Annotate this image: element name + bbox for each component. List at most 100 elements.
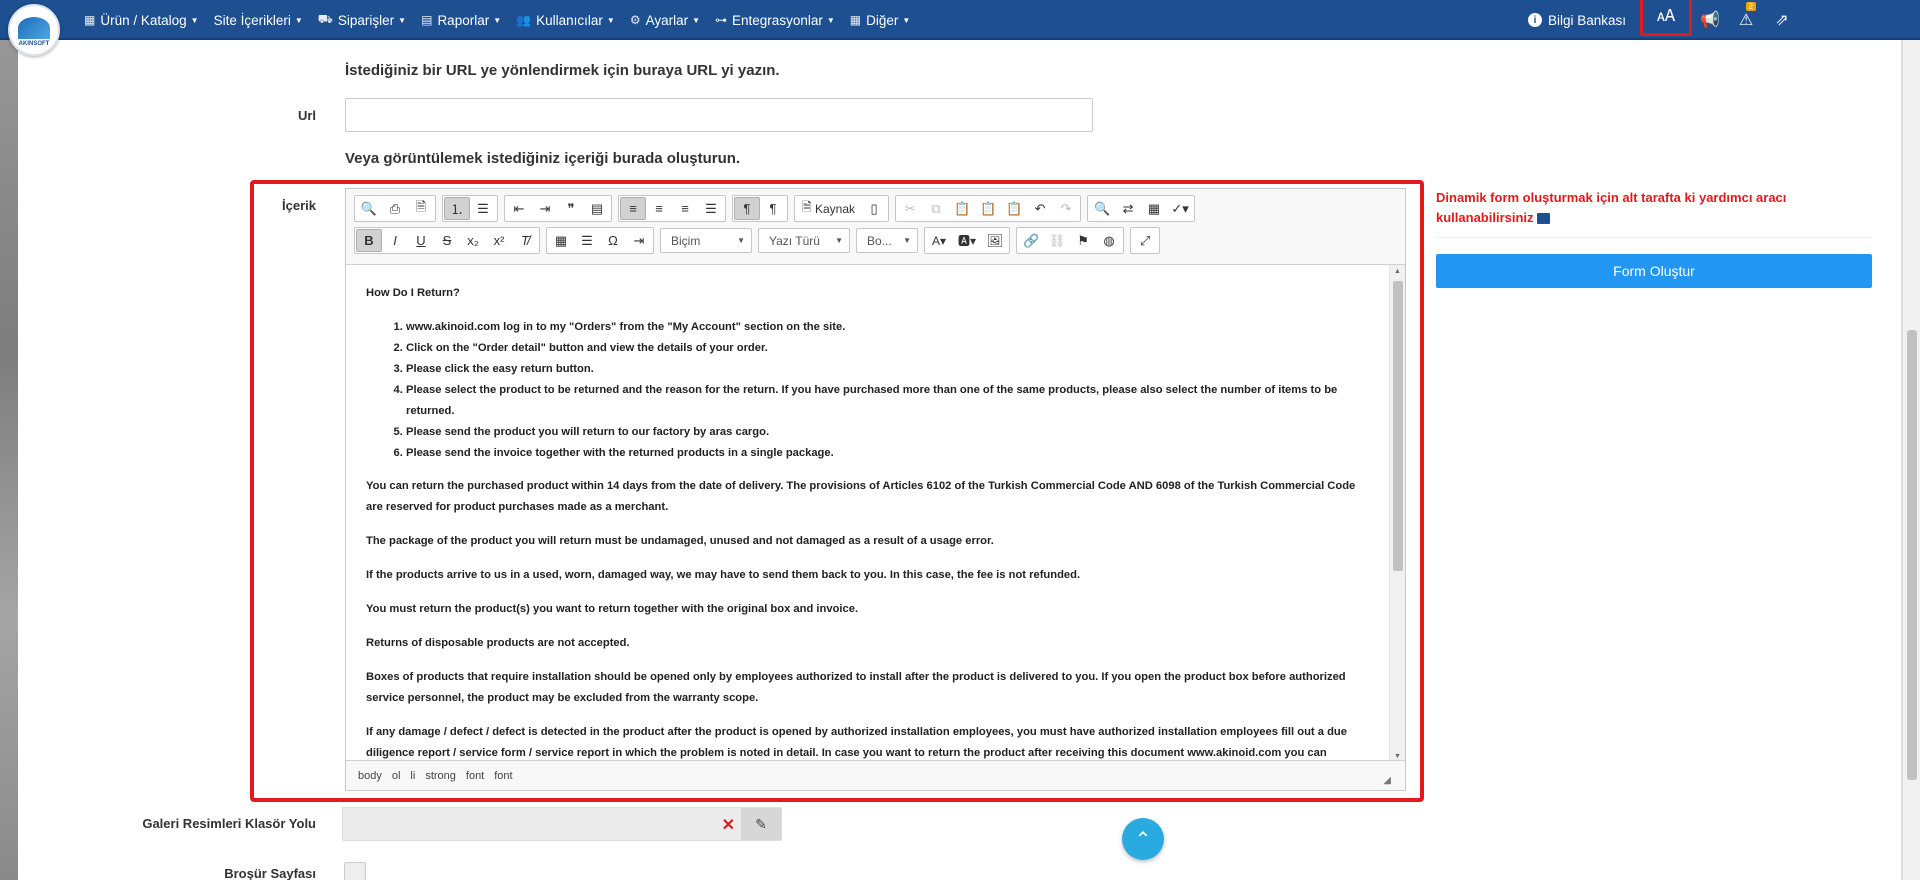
quote-icon: ❞ xyxy=(567,200,575,216)
akinsoft-logo[interactable]: AKINSOFT xyxy=(8,4,60,56)
image-button[interactable]: 🖼 xyxy=(982,229,1008,252)
background-strip xyxy=(0,0,18,880)
copy-button[interactable]: ⧉ xyxy=(923,197,949,220)
templates-button[interactable]: 🗎 xyxy=(408,197,434,220)
format-select[interactable]: Biçim ▼ xyxy=(660,228,752,253)
superscript-icon: x² xyxy=(493,233,505,248)
strike-button[interactable]: S xyxy=(434,229,460,252)
path-item[interactable]: font xyxy=(494,770,512,782)
page-scrollbar[interactable] xyxy=(1902,40,1920,880)
table-button[interactable]: ▦ xyxy=(548,229,574,252)
bulleted-list-button[interactable]: ☰ xyxy=(470,197,496,220)
rich-text-editor[interactable]: 🔍 ⎙ 🗎 ⒈ ☰ ⇤ ⇥ ❞ ▤ ≡ ≡ ≡ ☰ ¶ ¶ 🗎 Kaynak ▯ ✂ ⧉ 📋 📋 📋 ↶ ↷ 🔍 ⇄… xyxy=(345,188,1406,791)
source-button[interactable]: 🗎 Kaynak xyxy=(796,197,861,220)
paste-icon: 📋 xyxy=(953,200,971,216)
print-button[interactable]: ⎙ xyxy=(382,197,408,220)
ltr-button[interactable]: ¶ xyxy=(734,197,760,220)
replace-button[interactable]: ⇄ xyxy=(1115,197,1141,220)
element-path-bar: body ol li strong font font ◢ xyxy=(346,760,1405,790)
underline-button[interactable]: U xyxy=(408,229,434,252)
page-scrollbar-thumb[interactable] xyxy=(1907,330,1917,780)
justify-button[interactable]: ☰ xyxy=(698,197,724,220)
text-color-button[interactable]: A▾ xyxy=(926,229,952,252)
warning-button[interactable]: ⚠ 2 xyxy=(1728,0,1764,40)
language-button[interactable]: 🗚 xyxy=(1640,0,1692,36)
cut-button[interactable]: ✂ xyxy=(897,197,923,220)
page-break-button[interactable]: ⇥ xyxy=(626,229,652,252)
chevron-down-icon: ▼ xyxy=(903,236,911,245)
path-item[interactable]: ol xyxy=(392,770,401,782)
editor-content[interactable]: How Do I Return? www.akinoid.com log in … xyxy=(346,265,1391,762)
form-olustur-button[interactable]: Form Oluştur xyxy=(1436,254,1872,288)
path-item[interactable]: font xyxy=(466,770,484,782)
path-item[interactable]: body xyxy=(358,770,382,782)
list-item: Please click the easy return button. xyxy=(406,359,1371,380)
align-left-button[interactable]: ≡ xyxy=(620,197,646,220)
align-center-button[interactable]: ≡ xyxy=(646,197,672,220)
bilgi-bankasi-link[interactable]: i Bilgi Bankası xyxy=(1527,13,1626,28)
announcement-button[interactable]: 📢 xyxy=(1692,0,1728,40)
paste-button[interactable]: 📋 xyxy=(949,197,975,220)
blockquote-button[interactable]: ❞ xyxy=(558,197,584,220)
preview-icon: 🔍 xyxy=(360,200,378,216)
undo-button[interactable]: ↶ xyxy=(1027,197,1053,220)
find-button[interactable]: 🔍 xyxy=(1089,197,1115,220)
spellcheck-button[interactable]: ✓▾ xyxy=(1167,197,1193,220)
galeri-path-field[interactable]: ✕ ✎ xyxy=(342,807,782,841)
edit-path-button[interactable]: ✎ xyxy=(741,808,781,840)
anchor-button[interactable]: ⚑ xyxy=(1070,229,1096,252)
editor-scrollbar[interactable]: ▲ ▼ xyxy=(1389,265,1405,762)
redo-button[interactable]: ↷ xyxy=(1053,197,1079,220)
list-item: www.akinoid.com log in to my "Orders" fr… xyxy=(406,317,1371,338)
chevron-down-icon: ▼ xyxy=(606,15,615,25)
menu-raporlar[interactable]: ▤ Raporlar ▼ xyxy=(421,13,501,28)
select-all-button[interactable]: ▦ xyxy=(1141,197,1167,220)
search-icon: 🔍 xyxy=(1093,200,1111,216)
brosur-checkbox[interactable] xyxy=(344,862,366,880)
menu-ayarlar[interactable]: ⚙ Ayarlar ▼ xyxy=(630,13,700,28)
external-link-button[interactable]: ⇗ xyxy=(1764,0,1800,40)
maximize-button[interactable]: ⤢ xyxy=(1132,229,1158,252)
menu-entegrasyonlar[interactable]: ⊶ Entegrasyonlar ▼ xyxy=(715,13,835,28)
unlink-button[interactable]: ⛓ xyxy=(1044,229,1070,252)
superscript-button[interactable]: x² xyxy=(486,229,512,252)
menu-siparisler[interactable]: ⛟ Siparişler ▼ xyxy=(318,12,406,28)
justify-icon: ☰ xyxy=(705,200,717,216)
path-item[interactable]: strong xyxy=(425,770,456,782)
italic-button[interactable]: I xyxy=(382,229,408,252)
content-heading: Veya görüntülemek istediğiniz içeriği bu… xyxy=(345,150,741,167)
editor-scrollbar-thumb[interactable] xyxy=(1393,281,1403,571)
mobile-preview-button[interactable]: ▯ xyxy=(861,197,887,220)
menu-site-icerikleri[interactable]: Site İçerikleri ▼ xyxy=(214,13,303,28)
subscript-button[interactable]: x₂ xyxy=(460,229,486,252)
link-button[interactable]: 🔗 xyxy=(1018,229,1044,252)
div-button[interactable]: ▤ xyxy=(584,197,610,220)
paste-text-button[interactable]: 📋 xyxy=(975,197,1001,220)
remove-format-button[interactable]: T̸ xyxy=(512,229,538,252)
special-char-button[interactable]: Ω xyxy=(600,229,626,252)
path-item[interactable]: li xyxy=(410,770,415,782)
bg-color-button[interactable]: 🅰▾ xyxy=(952,229,982,252)
outdent-button[interactable]: ⇤ xyxy=(506,197,532,220)
menu-kullanicilar[interactable]: 👥 Kullanıcılar ▼ xyxy=(516,13,615,28)
menu-diger[interactable]: ▦ Diğer ▼ xyxy=(850,13,911,28)
bold-button[interactable]: B xyxy=(356,229,382,252)
scroll-up-icon[interactable]: ▲ xyxy=(1394,268,1401,275)
scroll-down-icon[interactable]: ▼ xyxy=(1394,753,1401,760)
strike-icon: S xyxy=(442,233,452,248)
paste-word-button[interactable]: 📋 xyxy=(1001,197,1027,220)
url-input[interactable] xyxy=(345,98,1093,132)
iframe-button[interactable]: ◍ xyxy=(1096,229,1122,252)
font-select[interactable]: Yazı Türü ▼ xyxy=(758,228,850,253)
scroll-to-top-button[interactable]: ⌃ xyxy=(1122,818,1164,860)
horizontal-rule-button[interactable]: ☰ xyxy=(574,229,600,252)
resize-handle-icon[interactable]: ◢ xyxy=(1383,775,1391,786)
size-select[interactable]: Bo... ▼ xyxy=(856,228,918,253)
align-right-button[interactable]: ≡ xyxy=(672,197,698,220)
clear-icon[interactable]: ✕ xyxy=(722,815,735,835)
numbered-list-button[interactable]: ⒈ xyxy=(444,197,470,220)
indent-button[interactable]: ⇥ xyxy=(532,197,558,220)
preview-button[interactable]: 🔍 xyxy=(356,197,382,220)
menu-urun-katalog[interactable]: ▦ Ürün / Katalog ▼ xyxy=(84,13,199,28)
rtl-button[interactable]: ¶ xyxy=(760,197,786,220)
